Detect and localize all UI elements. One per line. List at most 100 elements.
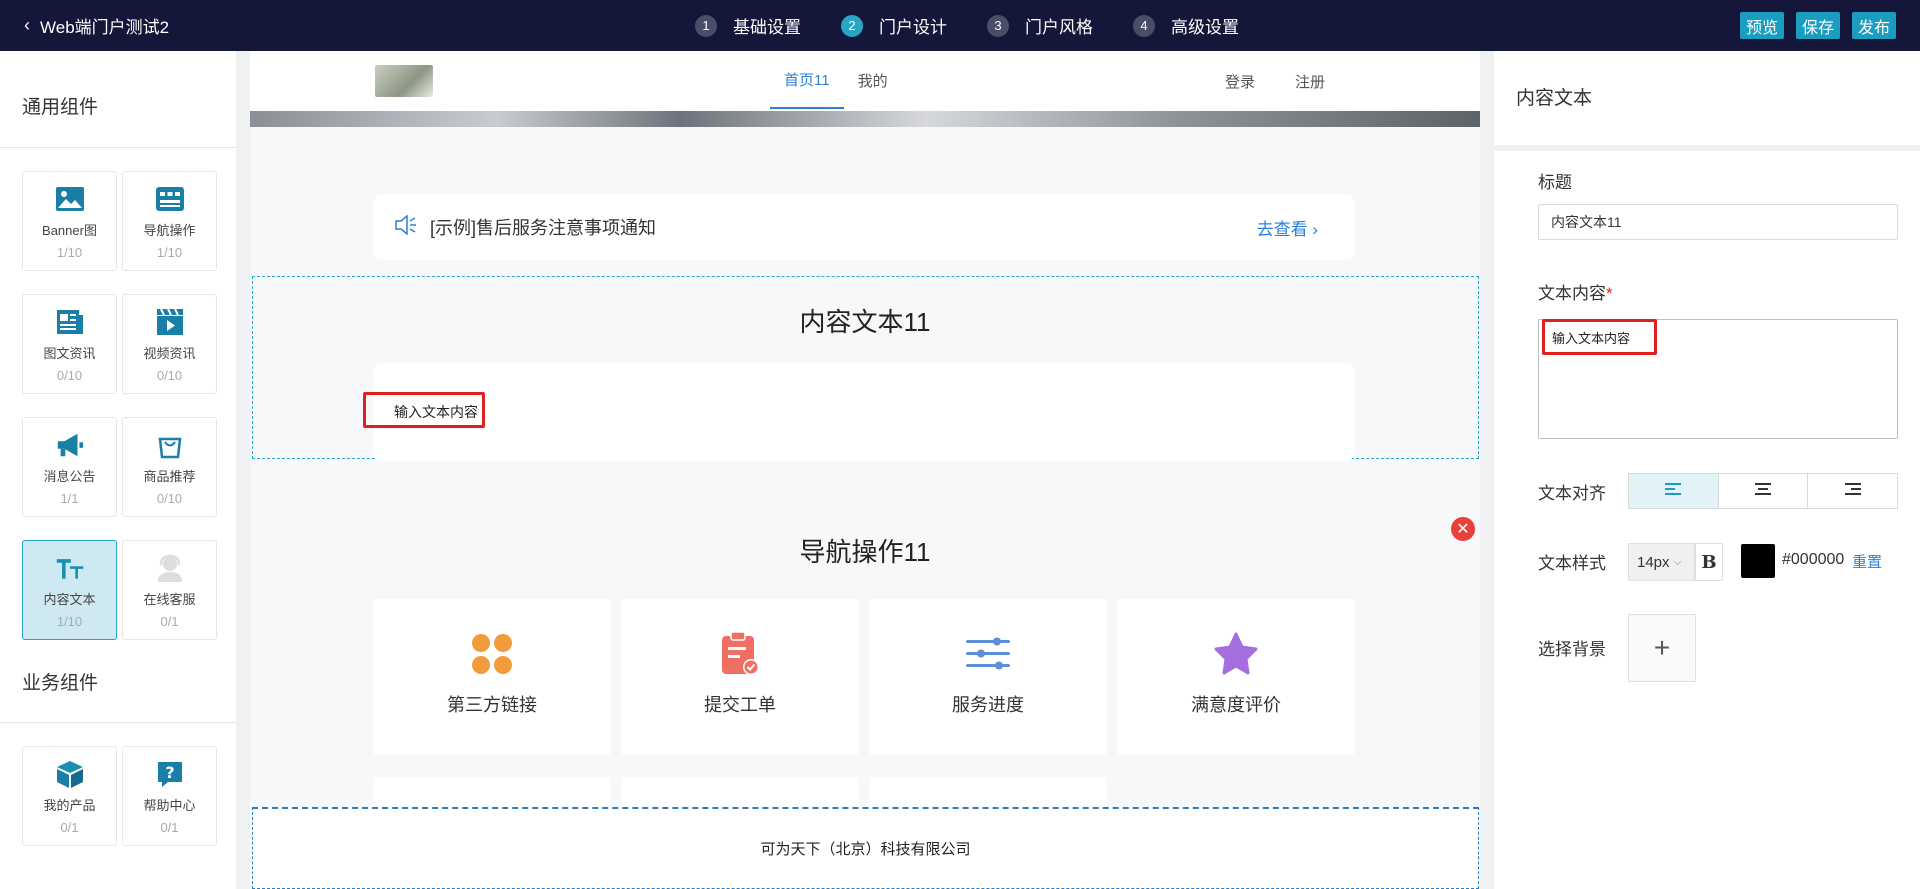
step-nav: 1 基础设置 2 门户设计 3 门户风格 4 高级设置 [695,0,1279,51]
step-label: 高级设置 [1171,18,1239,37]
footer-text: 可为天下（北京）科技有限公司 [760,841,971,858]
nav-item-service-progress[interactable]: 服务进度 [870,599,1106,755]
publish-button[interactable]: 发布 [1851,12,1896,39]
save-button[interactable]: 保存 [1795,12,1840,39]
business-components-grid: 我的产品 0/1 ? 帮助中心 0/1 [0,723,236,846]
chevron-left-icon: ‹ [24,15,30,35]
portal-content: [示例]售后服务注意事项通知 去查看 › 内容文本11 输入文本内容 导航操作1… [250,127,1480,889]
required-mark: * [1606,284,1613,303]
top-bar: ‹ Web端门户测试2 1 基础设置 2 门户设计 3 门户风格 4 高级设置 … [0,0,1920,51]
align-right-button[interactable] [1808,474,1897,508]
component-video[interactable]: 视频资讯 0/10 [122,294,217,394]
component-count: 1/10 [56,614,83,629]
component-navigation[interactable]: 导航操作 1/10 [122,171,217,271]
nav-item-submit-ticket[interactable]: 提交工单 [622,599,858,755]
remove-section-button[interactable]: ✕ [1451,517,1475,541]
color-value: #000000 [1782,551,1845,568]
component-article[interactable]: 图文资讯 0/10 [22,294,117,394]
nav-grid-icon [155,184,185,214]
general-components-title: 通用组件 [22,96,99,118]
component-count: 1/1 [60,491,79,506]
banner-image[interactable] [250,111,1480,127]
step-label: 门户设计 [879,18,947,37]
clipboard-check-icon [717,631,763,677]
component-help-center[interactable]: ? 帮助中心 0/1 [122,746,217,846]
logo [375,65,433,97]
component-name: 内容文本 [43,592,96,607]
step-portal-style[interactable]: 3 门户风格 [987,13,1093,38]
nav-item-label: 提交工单 [704,695,776,715]
image-icon [55,184,85,214]
font-size-select[interactable]: 14px ⌵ [1628,543,1695,581]
component-banner[interactable]: Banner图 1/10 [22,171,117,271]
content-label-text: 文本内容 [1538,284,1606,303]
component-product-recommend[interactable]: 商品推荐 0/10 [122,417,217,517]
star-icon [1213,631,1259,677]
align-center-button[interactable] [1719,474,1809,508]
portal-header: 首页11 我的 登录 注册 [250,51,1480,111]
add-background-button[interactable]: + [1628,614,1696,682]
step-number: 1 [695,14,717,37]
four-petal-icon [469,631,515,677]
component-name: 导航操作 [143,223,196,238]
panel-title: 内容文本 [1516,88,1593,109]
component-count: 1/10 [56,245,83,260]
help-icon: ? [155,759,185,789]
align-left-button[interactable] [1629,474,1719,508]
login-link[interactable]: 登录 [1225,71,1255,92]
nav-item-label: 第三方链接 [447,695,537,715]
background-label: 选择背景 [1538,640,1606,659]
component-count: 0/10 [156,491,183,506]
reset-color-link[interactable]: 重置 [1852,551,1882,572]
content-text-card[interactable] [374,363,1354,461]
step-number: 4 [1133,14,1155,37]
bold-button[interactable]: B [1695,543,1723,581]
component-content-text[interactable]: 内容文本 1/10 [22,540,117,640]
svg-text:?: ? [165,763,174,782]
tab-home[interactable]: 首页11 [770,51,844,109]
notice-more-link[interactable]: 去查看 › [1257,215,1318,240]
preview-button[interactable]: 预览 [1739,12,1784,39]
register-link[interactable]: 注册 [1295,71,1325,92]
component-name: 视频资讯 [143,346,196,361]
component-count: 0/1 [160,820,179,835]
text-style-label: 文本样式 [1538,554,1606,573]
cube-icon [55,759,85,789]
component-announcement[interactable]: 消息公告 1/1 [22,417,117,517]
component-count: 1/10 [156,245,183,260]
step-advanced-settings[interactable]: 4 高级设置 [1133,13,1239,38]
nav-item-satisfaction-rating[interactable]: 满意度评价 [1118,599,1354,755]
component-name: 商品推荐 [143,469,196,484]
title-input[interactable]: 内容文本11 [1538,204,1898,240]
properties-panel: 内容文本 标题 内容文本11 文本内容* 输入文本内容 文本对齐 文本样式 14… [1494,51,1920,889]
color-swatch[interactable] [1741,544,1775,578]
divider [1494,145,1920,151]
notice-text: [示例]售后服务注意事项通知 [430,218,657,238]
portal-nav: 首页11 我的 [770,51,902,111]
auth-links: 登录 注册 [1225,51,1325,111]
business-components-title: 业务组件 [22,672,99,694]
portal-name: Web端门户测试2 [40,18,170,37]
notice-more-label: 去查看 [1256,219,1308,239]
step-portal-design[interactable]: 2 门户设计 [841,13,947,38]
tab-mine[interactable]: 我的 [844,51,902,109]
text-align-group [1628,473,1898,509]
chevron-right-icon: › [1312,219,1318,239]
back-button[interactable]: ‹ Web端门户测试2 [24,0,169,51]
align-label: 文本对齐 [1538,484,1606,503]
font-size-value: 14px [1637,553,1670,571]
portal-footer[interactable]: 可为天下（北京）科技有限公司 [252,807,1479,889]
component-my-products[interactable]: 我的产品 0/1 [22,746,117,846]
text-icon [55,553,85,583]
nav-item-label: 服务进度 [952,695,1024,715]
component-online-service[interactable]: 在线客服 0/1 [122,540,217,640]
top-actions: 预览 保存 发布 [1739,12,1896,39]
nav-item-third-party-link[interactable]: 第三方链接 [374,599,610,755]
notice-bar[interactable]: [示例]售后服务注意事项通知 去查看 › [374,194,1354,260]
component-name: 我的产品 [43,798,96,813]
article-icon [55,307,85,337]
step-basic-settings[interactable]: 1 基础设置 [695,13,801,38]
align-center-icon [1755,482,1771,501]
step-number: 3 [987,14,1009,37]
component-count: 0/1 [160,614,179,629]
